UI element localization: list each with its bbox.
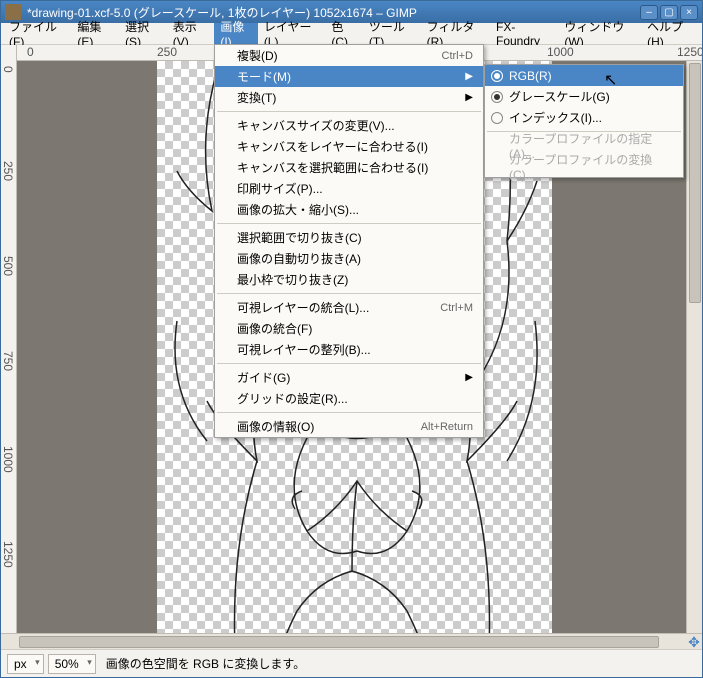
menu-separator (217, 293, 481, 294)
zoom-combo[interactable]: 50% (48, 654, 96, 674)
submenu-item-5: カラープロファイルの変換(C)... (485, 156, 683, 177)
menu-item-21[interactable]: 画像の情報(O)Alt+Return (215, 416, 483, 437)
menu-5[interactable]: レイヤー(L) (258, 23, 326, 44)
ruler-vertical[interactable]: 025050075010001250 (1, 61, 17, 633)
menu-item-7[interactable]: 印刷サイズ(P)... (215, 178, 483, 199)
navigation-icon[interactable]: ✥ (686, 634, 702, 650)
menu-item-11[interactable]: 画像の自動切り抜き(A) (215, 248, 483, 269)
ruler-corner (1, 45, 17, 61)
menu-item-8[interactable]: 画像の拡大・縮小(S)... (215, 199, 483, 220)
menu-item-1[interactable]: モード(M)▶ (215, 66, 483, 87)
menu-item-18[interactable]: ガイド(G)▶ (215, 367, 483, 388)
menu-separator (217, 111, 481, 112)
statusbar: px 50% 画像の色空間を RGB に変換します。 (1, 649, 702, 677)
scrollbar-vertical-thumb[interactable] (689, 63, 701, 303)
submenu-arrow-icon: ▶ (465, 372, 473, 383)
submenu-item-0[interactable]: RGB(R) (485, 65, 683, 86)
menu-separator (217, 223, 481, 224)
menu-4[interactable]: 画像(I) (214, 23, 257, 44)
menu-2[interactable]: 選択(S) (119, 23, 167, 44)
radio-icon (491, 70, 503, 82)
menu-6[interactable]: 色(C) (325, 23, 363, 44)
menu-separator (217, 412, 481, 413)
submenu-item-2[interactable]: インデックス(I)... (485, 107, 683, 128)
scrollbar-horizontal-thumb[interactable] (19, 636, 659, 648)
menu-item-16[interactable]: 可視レイヤーの整列(B)... (215, 339, 483, 360)
menu-item-2[interactable]: 変換(T)▶ (215, 87, 483, 108)
menu-item-5[interactable]: キャンバスをレイヤーに合わせる(I) (215, 136, 483, 157)
menu-item-12[interactable]: 最小枠で切り抜き(Z) (215, 269, 483, 290)
menu-item-15[interactable]: 画像の統合(F) (215, 318, 483, 339)
submenu-arrow-icon: ▶ (465, 71, 473, 82)
menu-item-14[interactable]: 可視レイヤーの統合(L)...Ctrl+M (215, 297, 483, 318)
menu-item-10[interactable]: 選択範囲で切り抜き(C) (215, 227, 483, 248)
menu-item-19[interactable]: グリッドの設定(R)... (215, 388, 483, 409)
menu-item-0[interactable]: 複製(D)Ctrl+D (215, 45, 483, 66)
scrollbar-horizontal[interactable] (17, 634, 686, 649)
unit-combo[interactable]: px (7, 654, 44, 674)
menu-item-6[interactable]: キャンバスを選択範囲に合わせる(I) (215, 157, 483, 178)
status-message: 画像の色空間を RGB に変換します。 (100, 655, 696, 672)
menubar: ファイル(F)編集(E)選択(S)表示(V)画像(I)レイヤー(L)色(C)ツー… (1, 23, 702, 45)
menu-separator (217, 363, 481, 364)
image-menu-dropdown: 複製(D)Ctrl+Dモード(M)▶変換(T)▶ キャンバスサイズの変更(V)..… (214, 44, 484, 438)
menu-3[interactable]: 表示(V) (167, 23, 215, 44)
menu-0[interactable]: ファイル(F) (3, 23, 71, 44)
menu-8[interactable]: フィルタ(R) (421, 23, 490, 44)
scrollbar-vertical[interactable] (686, 61, 702, 633)
menu-item-4[interactable]: キャンバスサイズの変更(V)... (215, 115, 483, 136)
submenu-arrow-icon: ▶ (465, 92, 473, 103)
radio-icon (491, 112, 503, 124)
menu-7[interactable]: ツール(T) (363, 23, 421, 44)
menu-10[interactable]: ウィンドウ(W) (558, 23, 641, 44)
submenu-item-1[interactable]: グレースケール(G) (485, 86, 683, 107)
menu-1[interactable]: 編集(E) (71, 23, 119, 44)
radio-icon (491, 91, 503, 103)
mode-submenu: RGB(R)グレースケール(G)インデックス(I)...カラープロファイルの指定… (484, 64, 684, 178)
menu-11[interactable]: ヘルプ(H) (641, 23, 700, 44)
menu-9[interactable]: FX-Foundry (490, 23, 558, 44)
